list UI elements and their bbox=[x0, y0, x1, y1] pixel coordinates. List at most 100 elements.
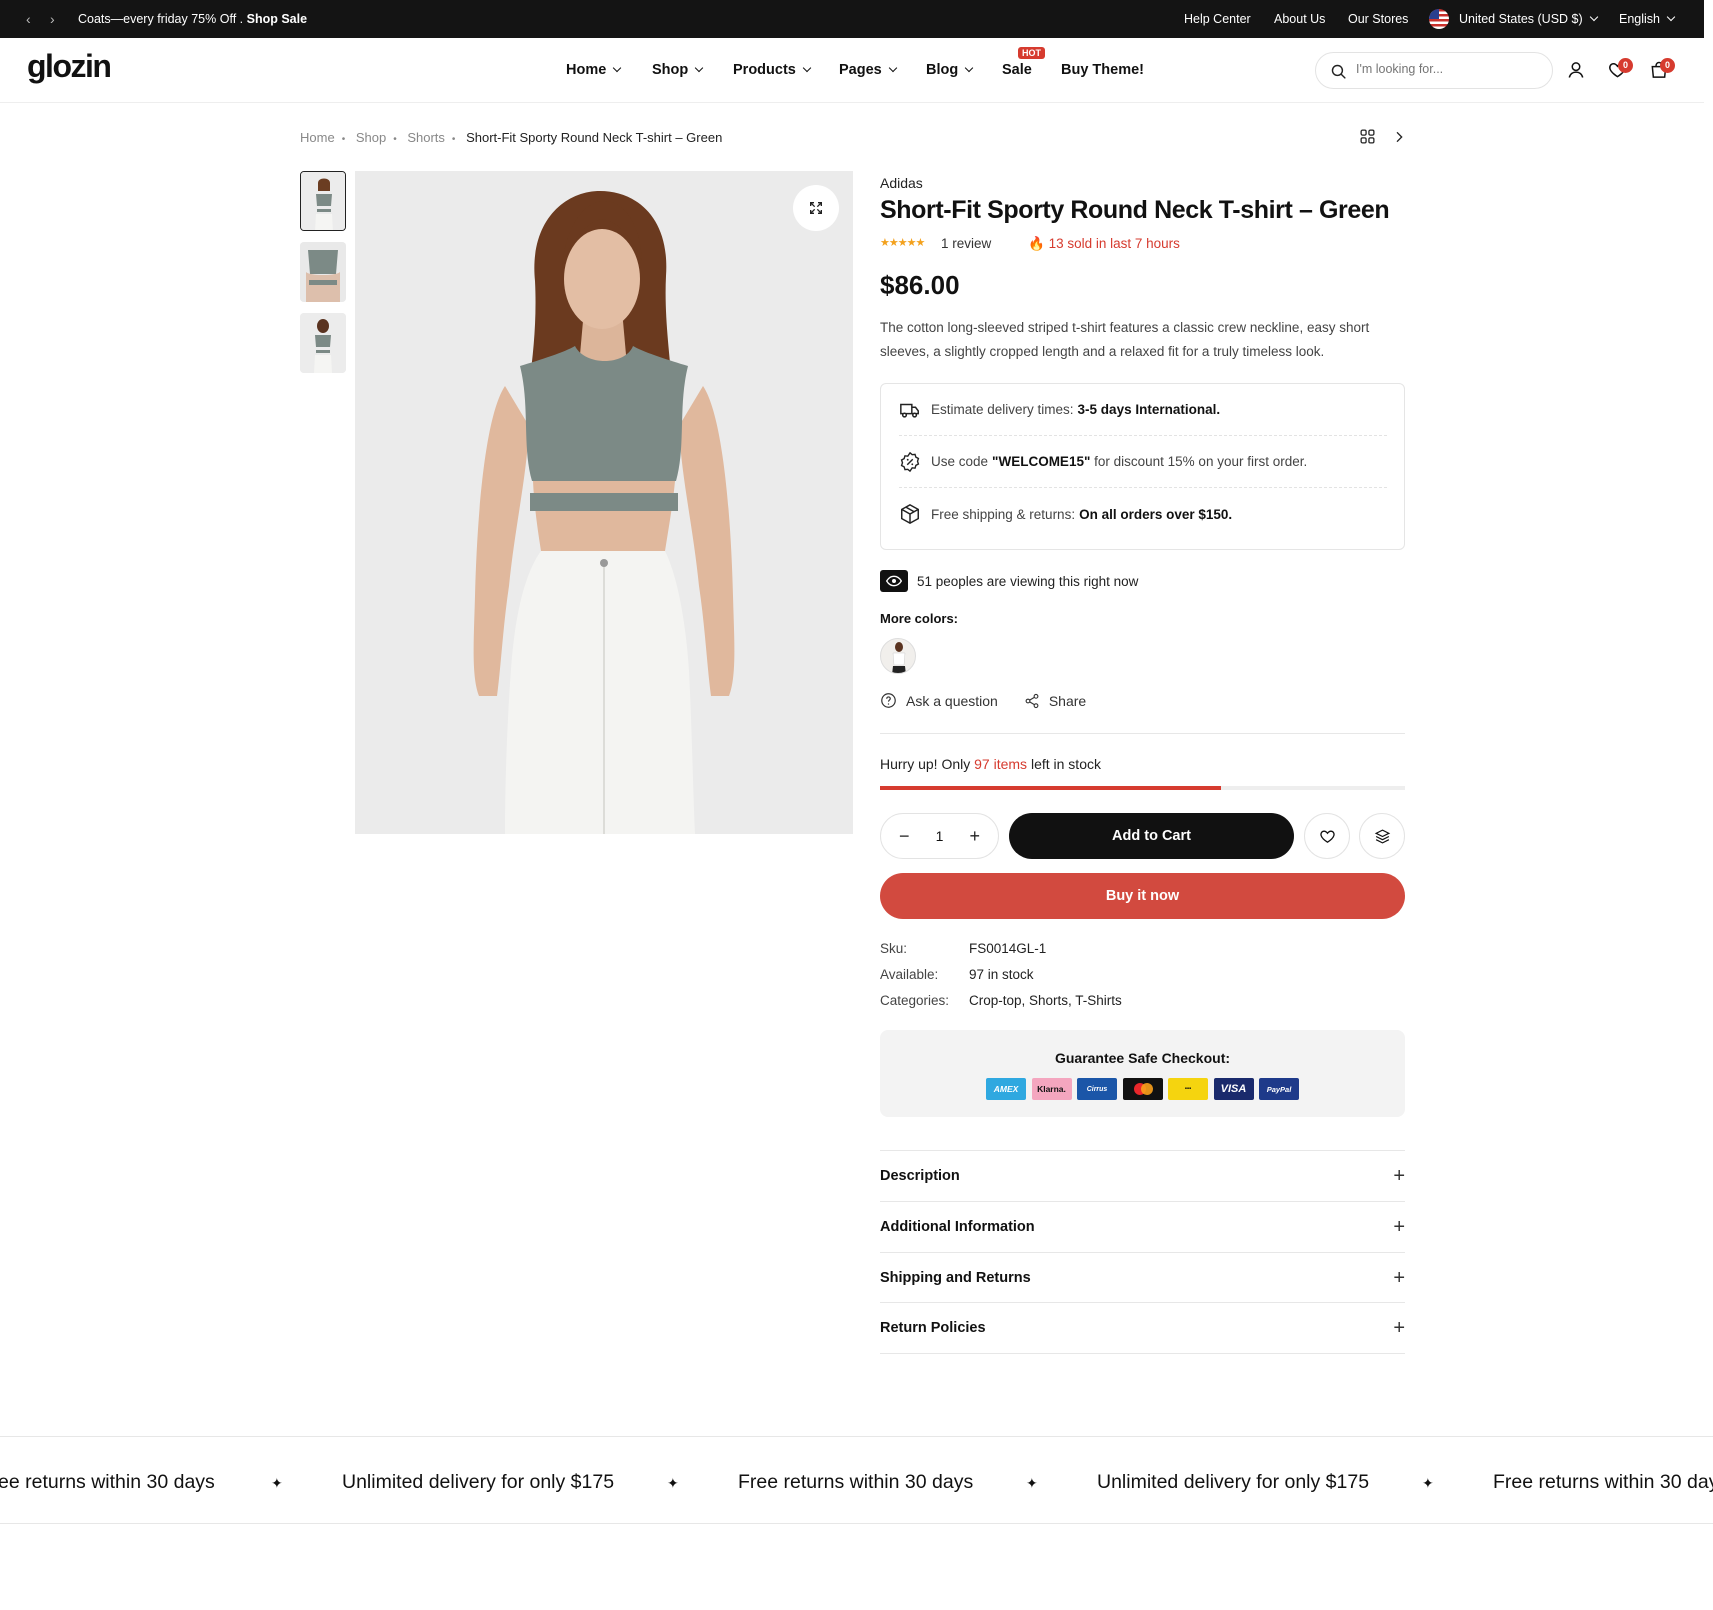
language-selector[interactable]: English bbox=[1619, 12, 1676, 26]
currency-selector[interactable]: United States (USD $) bbox=[1459, 12, 1598, 26]
heart-icon bbox=[1319, 830, 1335, 843]
share-icon bbox=[1025, 693, 1039, 708]
search-box[interactable] bbox=[1315, 52, 1553, 89]
product-thumbnail[interactable] bbox=[300, 313, 346, 373]
meta-value: FS0014GL-1 bbox=[969, 941, 1047, 956]
prev-arrow-icon[interactable]: ‹ bbox=[26, 11, 31, 27]
accordion-return-policies[interactable]: Return Policies + bbox=[880, 1302, 1405, 1353]
announcement-bar: ‹ › Coats—every friday 75% Off . Shop Sa… bbox=[0, 0, 1704, 38]
sparkle-icon: ✦ bbox=[1422, 1475, 1434, 1491]
shop-sale-link[interactable]: Shop Sale bbox=[247, 12, 307, 26]
breadcrumb-shorts[interactable]: Shorts bbox=[407, 130, 445, 145]
nav-sale[interactable]: Sale bbox=[1002, 62, 1032, 78]
color-swatch-white[interactable] bbox=[880, 638, 916, 674]
info-box: Estimate delivery times: 3-5 days Interna… bbox=[880, 383, 1405, 550]
sold-count: 🔥 13 sold in last 7 hours bbox=[1028, 236, 1180, 252]
us-flag-icon bbox=[1429, 9, 1449, 29]
accordion-shipping-returns[interactable]: Shipping and Returns + bbox=[880, 1252, 1405, 1303]
grid-view-icon[interactable] bbox=[1359, 128, 1376, 145]
amex-icon: AMEX bbox=[986, 1078, 1026, 1100]
product-thumbnail-image bbox=[300, 313, 346, 373]
promo-message: Coats—every friday 75% Off . Shop Sale bbox=[78, 12, 307, 26]
share-button[interactable]: Share bbox=[1024, 693, 1086, 709]
our-stores-link[interactable]: Our Stores bbox=[1348, 12, 1408, 26]
stock-pre: Hurry up! Only bbox=[880, 756, 971, 772]
rating-stars: ★★★★★ bbox=[880, 237, 925, 249]
logo[interactable]: glozin bbox=[27, 48, 112, 85]
increase-quantity-button[interactable]: + bbox=[969, 826, 980, 847]
meta-label: Available: bbox=[880, 967, 939, 982]
marquee-item: Unlimited delivery for only $175 bbox=[1097, 1471, 1370, 1493]
product-thumbnail[interactable] bbox=[300, 242, 346, 302]
benefits-marquee: ee returns within 30 days ✦ Unlimited de… bbox=[0, 1436, 1713, 1524]
language-label: English bbox=[1619, 12, 1660, 26]
delivery-value: 3-5 days International. bbox=[1077, 402, 1221, 417]
nav-label: Pages bbox=[839, 62, 882, 78]
nav-home[interactable]: Home bbox=[566, 62, 622, 78]
currency-label: United States (USD $) bbox=[1459, 12, 1583, 26]
product-thumbnail[interactable] bbox=[300, 171, 346, 231]
eye-icon bbox=[880, 570, 908, 592]
breadcrumb: Home • Shop • Shorts • Short-Fit Sporty Rou… bbox=[300, 130, 728, 145]
review-count-link[interactable]: 1 review bbox=[941, 236, 991, 251]
stock-message: Hurry up! Only 97 items left in stock bbox=[880, 756, 1101, 772]
delivery-label: Estimate delivery times: bbox=[931, 402, 1074, 417]
breadcrumb-current: Short-Fit Sporty Round Neck T-shirt – Gr… bbox=[466, 130, 723, 145]
accordion-additional-information[interactable]: Additional Information + bbox=[880, 1201, 1405, 1252]
chevron-down-icon bbox=[964, 63, 974, 73]
buy-it-now-button[interactable]: Buy it now bbox=[880, 873, 1405, 919]
quantity-value[interactable]: 1 bbox=[936, 828, 944, 844]
nav-label: Products bbox=[733, 62, 796, 78]
add-to-cart-button[interactable]: Add to Cart bbox=[1009, 813, 1294, 859]
chevron-down-icon bbox=[613, 63, 622, 73]
mastercard-icon bbox=[1122, 1078, 1163, 1100]
accordion-description[interactable]: Description + bbox=[880, 1150, 1405, 1201]
breadcrumb-shop[interactable]: Shop bbox=[356, 130, 386, 145]
compare-button[interactable] bbox=[1359, 813, 1405, 859]
site-header: glozin Home Shop Products Pages Blog HOT… bbox=[0, 38, 1704, 103]
account-icon[interactable] bbox=[1566, 60, 1586, 80]
nav-pages[interactable]: Pages bbox=[839, 62, 897, 78]
layers-icon bbox=[1374, 828, 1390, 844]
next-product-icon[interactable] bbox=[1391, 129, 1407, 145]
payment-methods: AMEX Klarna. Cirrus ▪▪▪ VISA PayPal bbox=[986, 1078, 1305, 1100]
accordion-title: Return Policies bbox=[880, 1320, 986, 1336]
ask-question-label: Ask a question bbox=[906, 692, 998, 709]
nav-label: Shop bbox=[652, 62, 689, 78]
meta-value: 97 in stock bbox=[969, 967, 1034, 982]
product-brand[interactable]: Adidas bbox=[880, 175, 923, 191]
product-short-description: The cotton long-sleeved striped t-shirt … bbox=[880, 320, 1370, 359]
stock-post: left in stock bbox=[1030, 756, 1101, 772]
nav-shop[interactable]: Shop bbox=[652, 62, 704, 78]
swatch-image bbox=[892, 642, 906, 673]
next-arrow-icon[interactable]: › bbox=[50, 11, 55, 27]
nav-buy-theme[interactable]: Buy Theme! bbox=[1061, 62, 1144, 78]
product-thumbnail-image bbox=[300, 242, 346, 302]
nav-products[interactable]: Products bbox=[733, 62, 812, 78]
chevron-down-icon bbox=[802, 63, 812, 73]
decrease-quantity-button[interactable]: − bbox=[899, 826, 910, 847]
zoom-button[interactable] bbox=[793, 185, 839, 231]
add-to-wishlist-button[interactable] bbox=[1304, 813, 1350, 859]
product-main-image[interactable] bbox=[355, 171, 853, 834]
visa-icon: VISA bbox=[1213, 1078, 1254, 1100]
breadcrumb-separator: • bbox=[341, 134, 346, 145]
stock-progress-fill bbox=[880, 786, 1222, 790]
ask-question-button[interactable]: Ask a question bbox=[880, 692, 998, 709]
about-us-link[interactable]: About Us bbox=[1274, 12, 1325, 26]
chevron-down-icon bbox=[695, 63, 704, 73]
marquee-item: Free returns within 30 days bbox=[738, 1471, 974, 1493]
quantity-stepper[interactable]: − 1 + bbox=[880, 813, 999, 859]
plus-icon: + bbox=[1393, 1266, 1405, 1289]
maestro-icon: ▪▪▪ bbox=[1168, 1078, 1208, 1100]
marquee-item: ee returns within 30 days bbox=[0, 1471, 215, 1493]
safe-checkout-box: Guarantee Safe Checkout: AMEX Klarna. Ci… bbox=[880, 1030, 1405, 1117]
breadcrumb-home[interactable]: Home bbox=[300, 130, 335, 145]
search-input[interactable] bbox=[1356, 62, 1536, 76]
discount-text: for discount 15% on your first order. bbox=[1094, 454, 1308, 469]
accordion-title: Description bbox=[880, 1168, 960, 1184]
help-center-link[interactable]: Help Center bbox=[1184, 12, 1251, 26]
nav-blog[interactable]: Blog bbox=[926, 62, 974, 78]
meta-value[interactable]: Crop-top, Shorts, T-Shirts bbox=[969, 993, 1122, 1008]
package-box-icon bbox=[901, 503, 919, 525]
